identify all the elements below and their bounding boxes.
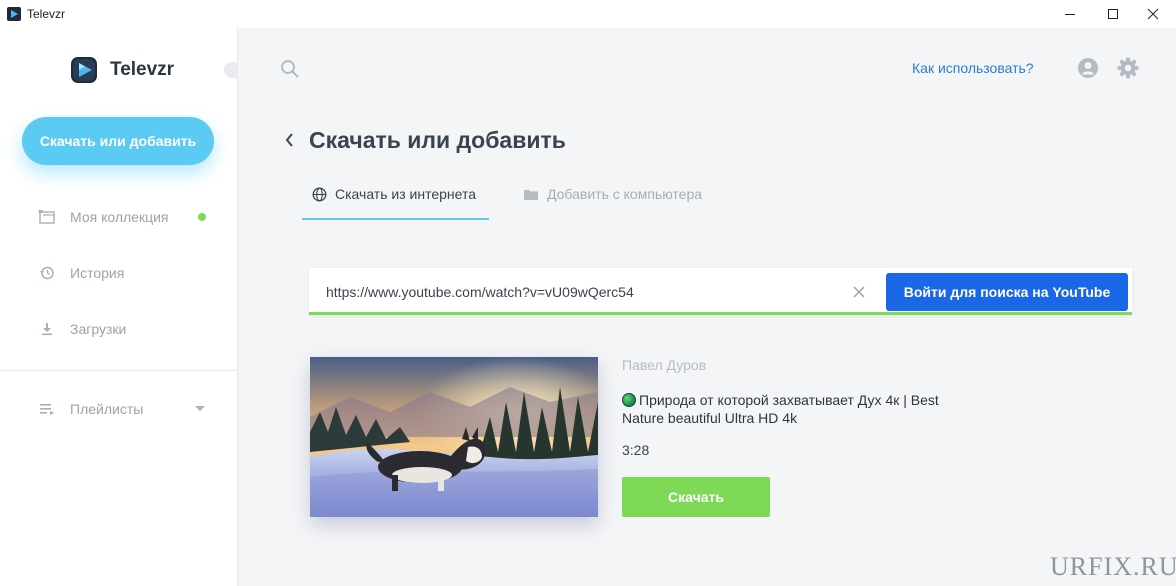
close-icon xyxy=(1147,8,1159,20)
collection-icon xyxy=(38,208,56,226)
download-icon xyxy=(38,320,56,338)
globe-icon xyxy=(312,187,327,202)
minimize-icon xyxy=(1065,14,1075,15)
playlist-icon xyxy=(38,400,56,418)
chevron-left-icon xyxy=(285,133,293,147)
logo-text: Televzr xyxy=(110,59,175,80)
watermark: URFIX.RU xyxy=(1050,552,1176,581)
tab-add-from-computer[interactable]: Добавить с компьютера xyxy=(523,186,702,202)
clear-url-button[interactable] xyxy=(853,285,865,303)
help-link[interactable]: Как использовать? xyxy=(912,60,1034,76)
tab-label: Скачать из интернета xyxy=(335,186,476,202)
globe-emoji-icon xyxy=(622,393,636,407)
history-icon xyxy=(38,264,56,282)
sidebar-item-history[interactable]: История xyxy=(38,264,124,282)
maximize-icon xyxy=(1108,9,1118,19)
video-duration: 3:28 xyxy=(622,442,650,458)
sidebar-item-playlists[interactable]: Плейлисты xyxy=(38,400,143,418)
sidebar-item-label: История xyxy=(70,265,125,281)
video-thumbnail[interactable] xyxy=(310,357,598,517)
account-button[interactable] xyxy=(1077,57,1099,84)
televzr-logo-icon xyxy=(71,57,97,83)
sidebar-item-collection[interactable]: Моя коллекция xyxy=(38,208,169,226)
search-button[interactable] xyxy=(280,59,300,84)
page-title: Скачать или добавить xyxy=(309,127,566,153)
close-button[interactable] xyxy=(1130,0,1176,28)
video-title-text: Природа от которой захватывает Дух 4к | … xyxy=(622,392,939,426)
minimize-button[interactable] xyxy=(1047,0,1093,28)
search-icon xyxy=(281,60,299,78)
sidebar-item-downloads[interactable]: Загрузки xyxy=(38,320,126,338)
sidebar-item-label: Загрузки xyxy=(70,321,127,337)
window-titlebar: Televzr xyxy=(0,0,1176,28)
download-or-add-button[interactable]: Скачать или добавить xyxy=(22,117,214,165)
new-content-dot xyxy=(198,213,206,221)
sidebar-item-label: Моя коллекция xyxy=(70,209,169,225)
video-title: Природа от которой захватывает Дух 4к | … xyxy=(622,391,942,427)
gear-icon xyxy=(1117,57,1139,79)
settings-button[interactable] xyxy=(1117,57,1139,84)
tab-download-from-internet[interactable]: Скачать из интернета xyxy=(312,186,476,202)
sidebar-collapse-handle[interactable] xyxy=(224,62,238,78)
download-button[interactable]: Скачать xyxy=(622,477,770,517)
video-author: Павел Дуров xyxy=(622,357,707,373)
chevron-down-icon[interactable] xyxy=(195,406,205,411)
sidebar-divider xyxy=(0,370,237,371)
tab-label: Добавить с компьютера xyxy=(547,186,703,202)
back-button[interactable] xyxy=(284,131,296,154)
close-icon xyxy=(853,286,865,298)
app-icon xyxy=(7,7,21,21)
sidebar-item-label: Плейлисты xyxy=(70,401,144,417)
husky-snow-thumbnail-image xyxy=(310,357,598,517)
active-tab-indicator xyxy=(302,218,489,220)
sidebar: Televzr Скачать или добавить Моя коллекц… xyxy=(0,28,238,586)
url-input-container: https://www.youtube.com/watch?v=vU09wQer… xyxy=(309,268,1132,315)
url-input[interactable]: https://www.youtube.com/watch?v=vU09wQer… xyxy=(326,284,634,300)
folder-icon xyxy=(523,188,539,201)
window-title: Televzr xyxy=(27,7,66,21)
youtube-search-button[interactable]: Войти для поиска на YouTube xyxy=(886,273,1128,311)
logo[interactable]: Televzr xyxy=(70,56,174,84)
user-icon xyxy=(1078,58,1098,78)
